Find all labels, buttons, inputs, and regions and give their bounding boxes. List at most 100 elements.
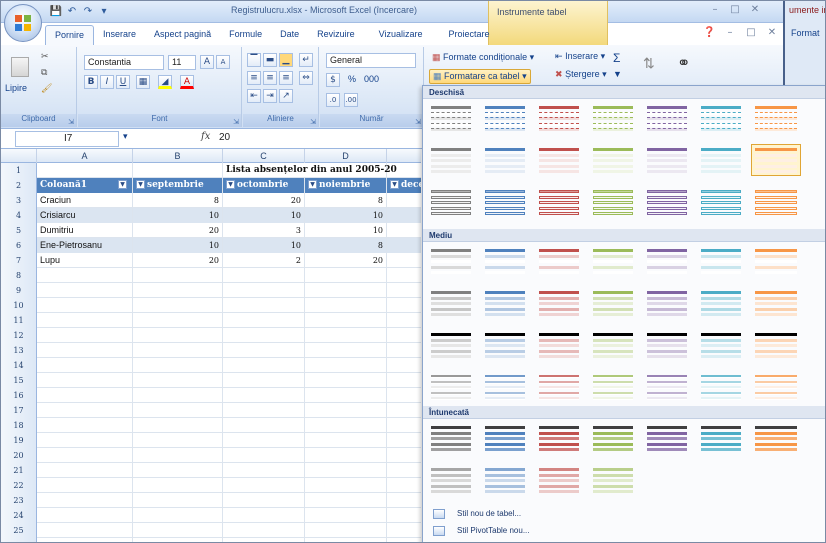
cell[interactable] xyxy=(305,538,387,542)
paste-icon[interactable] xyxy=(11,57,29,77)
table-style-swatch[interactable] xyxy=(643,186,691,218)
cell[interactable] xyxy=(223,448,305,463)
minimize-icon[interactable]: – xyxy=(709,4,721,16)
cell[interactable] xyxy=(305,448,387,463)
decrease-indent-icon[interactable]: ⇤ xyxy=(247,89,261,103)
table-style-swatch[interactable] xyxy=(481,371,529,403)
table-style-swatch[interactable] xyxy=(535,464,583,496)
cell[interactable] xyxy=(387,538,421,542)
column-header-c[interactable]: C xyxy=(223,149,305,163)
cell[interactable] xyxy=(37,448,133,463)
cell[interactable] xyxy=(37,298,133,313)
cut-icon[interactable]: ✂ xyxy=(41,51,49,62)
row-header[interactable]: 25 xyxy=(1,523,37,538)
office-button[interactable] xyxy=(4,4,42,42)
value-cell[interactable]: 10 xyxy=(305,223,387,238)
cell[interactable] xyxy=(37,283,133,298)
filter-dropdown-icon[interactable]: ▼ xyxy=(390,180,399,189)
column-header-a[interactable]: A xyxy=(37,149,133,163)
increase-indent-icon[interactable]: ⇥ xyxy=(263,89,277,103)
cell[interactable] xyxy=(37,523,133,538)
table-style-swatch[interactable] xyxy=(643,371,691,403)
cell[interactable] xyxy=(387,463,421,478)
cell[interactable] xyxy=(37,268,133,283)
format-as-table-button[interactable]: ▦ Formatare ca tabel ▾ xyxy=(429,69,531,84)
filter-dropdown-icon[interactable]: ▼ xyxy=(308,180,317,189)
table-style-swatch[interactable] xyxy=(535,287,583,319)
table-style-swatch[interactable] xyxy=(643,144,691,176)
table-style-swatch[interactable] xyxy=(697,287,745,319)
row-header[interactable]: 18 xyxy=(1,418,37,433)
row-header[interactable]: 10 xyxy=(1,298,37,313)
cell[interactable] xyxy=(223,283,305,298)
name-cell[interactable]: Dumitriu xyxy=(37,223,133,238)
cell[interactable] xyxy=(305,493,387,508)
cell[interactable] xyxy=(133,403,223,418)
cell[interactable] xyxy=(305,433,387,448)
row-header[interactable]: 4 xyxy=(1,208,37,223)
font-color-icon[interactable]: A xyxy=(180,75,194,89)
row-header[interactable]: 14 xyxy=(1,358,37,373)
table-style-swatch[interactable] xyxy=(427,245,475,277)
cell[interactable] xyxy=(305,298,387,313)
cell[interactable] xyxy=(223,478,305,493)
row-header[interactable]: 1 xyxy=(1,163,37,178)
cell[interactable] xyxy=(305,463,387,478)
table-style-swatch[interactable] xyxy=(481,102,529,134)
save-icon[interactable]: 💾 xyxy=(49,5,63,19)
table-style-swatch[interactable] xyxy=(427,422,475,454)
table-style-swatch[interactable] xyxy=(535,371,583,403)
cell[interactable] xyxy=(387,493,421,508)
cell[interactable] xyxy=(37,463,133,478)
table-style-swatch[interactable] xyxy=(427,186,475,218)
cell[interactable] xyxy=(37,373,133,388)
cell[interactable] xyxy=(133,358,223,373)
row-header[interactable]: 17 xyxy=(1,403,37,418)
format-painter-icon[interactable]: 🖌 xyxy=(41,83,52,94)
find-select-icon[interactable]: ⚭ xyxy=(677,53,690,73)
cell[interactable] xyxy=(133,328,223,343)
underline-button[interactable]: U xyxy=(116,75,130,89)
cell[interactable] xyxy=(133,343,223,358)
cell[interactable] xyxy=(387,358,421,373)
cell[interactable] xyxy=(387,208,421,223)
cell[interactable] xyxy=(133,163,223,178)
cell[interactable] xyxy=(133,538,223,542)
name-cell[interactable]: Ene-Pietrosanu xyxy=(37,238,133,253)
table-style-swatch[interactable] xyxy=(751,144,801,176)
cell[interactable] xyxy=(223,508,305,523)
table-style-swatch[interactable] xyxy=(427,102,475,134)
customize-qat-icon[interactable]: ▾ xyxy=(97,5,111,19)
cell[interactable] xyxy=(305,268,387,283)
cell[interactable] xyxy=(133,418,223,433)
doc-restore-icon[interactable]: □ xyxy=(745,27,757,39)
cell[interactable] xyxy=(387,433,421,448)
cell[interactable] xyxy=(223,313,305,328)
column-header-d[interactable]: D xyxy=(305,149,387,163)
table-header-cell[interactable]: ▼ septembrie xyxy=(133,178,223,193)
cell[interactable] xyxy=(223,388,305,403)
table-style-swatch[interactable] xyxy=(697,102,745,134)
tab-vizualizare[interactable]: Vizualizare xyxy=(370,25,432,45)
cell[interactable] xyxy=(133,448,223,463)
cell[interactable] xyxy=(133,463,223,478)
currency-icon[interactable]: $ xyxy=(326,73,340,87)
table-style-swatch[interactable] xyxy=(697,422,745,454)
table-style-swatch[interactable] xyxy=(427,329,475,361)
font-size-combo[interactable]: 11 xyxy=(168,55,196,70)
align-center-icon[interactable]: ≡ xyxy=(263,71,277,85)
table-style-swatch[interactable] xyxy=(589,371,637,403)
row-header[interactable]: 2 xyxy=(1,178,37,193)
cell[interactable] xyxy=(133,313,223,328)
cell[interactable] xyxy=(37,388,133,403)
redo-icon[interactable]: ↷ xyxy=(81,5,95,19)
tab-date[interactable]: Date xyxy=(271,25,308,45)
autosum-icon[interactable]: Σ xyxy=(613,51,620,65)
table-style-swatch[interactable] xyxy=(589,144,637,176)
filter-dropdown-icon[interactable]: ▼ xyxy=(118,180,127,189)
table-header-cell[interactable]: Coloană1 ▼ xyxy=(37,178,133,193)
font-launcher-icon[interactable]: ⇲ xyxy=(233,118,239,126)
value-cell[interactable]: 10 xyxy=(133,208,223,223)
alignment-launcher-icon[interactable]: ⇲ xyxy=(310,118,316,126)
table-style-swatch[interactable] xyxy=(589,464,637,496)
